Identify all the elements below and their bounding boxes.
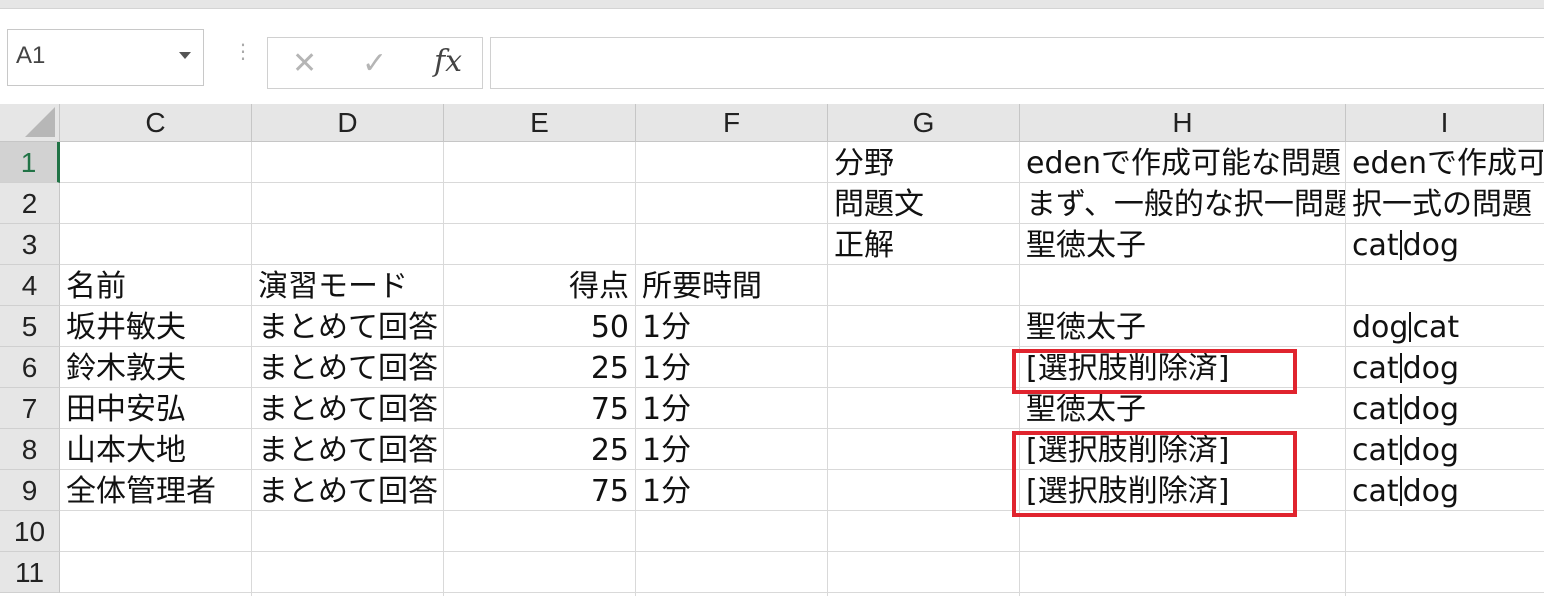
cell-e8[interactable]: 25 (444, 429, 635, 470)
drag-handle-icon[interactable]: ⋮ (233, 41, 253, 61)
column-header-f[interactable]: F (636, 104, 828, 142)
gridline-horizontal (60, 592, 1544, 593)
cell-i1[interactable]: edenで作成可能な (1346, 142, 1543, 183)
cell-text-part: dog (1402, 433, 1460, 468)
row-header-6[interactable]: 6 (0, 347, 60, 388)
row-header-9[interactable]: 9 (0, 470, 60, 511)
column-header-c[interactable]: C (60, 104, 252, 142)
cell-text-part: cat (1352, 228, 1399, 263)
cell-i7[interactable]: cat dog (1346, 388, 1543, 429)
cell-c8[interactable]: 山本大地 (60, 429, 251, 470)
formula-input[interactable] (490, 37, 1544, 89)
row-header-10[interactable]: 10 (0, 511, 60, 552)
cell-f9[interactable]: 1分 (636, 470, 827, 511)
insert-function-icon[interactable]: fx (434, 44, 462, 79)
cell-g2[interactable]: 問題文 (828, 183, 1019, 224)
cell-text-part: dog (1352, 310, 1409, 345)
cell-c9[interactable]: 全体管理者 (60, 470, 251, 511)
cell-c6[interactable]: 鈴木敦夫 (60, 347, 251, 388)
cell-e9[interactable]: 75 (444, 470, 635, 511)
cell-h3[interactable]: 聖徳太子 (1020, 224, 1345, 265)
cell-text-part: dog (1402, 351, 1460, 386)
cell-text-part: cat (1352, 351, 1399, 386)
cell-d8[interactable]: まとめて回答 (252, 429, 443, 470)
cell-text-part: cat (1352, 433, 1399, 468)
cell-e7[interactable]: 75 (444, 388, 635, 429)
cell-text-part: cat (1352, 474, 1399, 509)
name-box[interactable]: A1 (7, 29, 204, 86)
cell-i9[interactable]: cat dog (1346, 470, 1543, 511)
cell-d5[interactable]: まとめて回答 (252, 306, 443, 347)
row-header-7[interactable]: 7 (0, 388, 60, 429)
cell-i5[interactable]: dog cat (1346, 306, 1543, 347)
cell-g1[interactable]: 分野 (828, 142, 1019, 183)
chevron-down-icon[interactable] (179, 52, 191, 59)
cell-i8[interactable]: cat dog (1346, 429, 1543, 470)
cell-f6[interactable]: 1分 (636, 347, 827, 388)
column-header-e[interactable]: E (444, 104, 636, 142)
spreadsheet-grid[interactable]: C D E F G H I 1 2 3 4 5 6 7 8 9 10 11 分野 edenで作成可能な問題 edenで作… (0, 104, 1544, 596)
cell-i6[interactable]: cat dog (1346, 347, 1543, 388)
cell-f5[interactable]: 1分 (636, 306, 827, 347)
cell-text-part: dog (1402, 474, 1460, 509)
cell-h1[interactable]: edenで作成可能な問題 (1020, 142, 1345, 183)
enter-icon[interactable]: ✓ (362, 46, 387, 81)
row-header-1[interactable]: 1 (0, 142, 60, 183)
separator-mark (1399, 394, 1402, 424)
row-header-3[interactable]: 3 (0, 224, 60, 265)
cell-c7[interactable]: 田中安弘 (60, 388, 251, 429)
cell-g3[interactable]: 正解 (828, 224, 1019, 265)
formula-buttons: ✕ ✓ fx (267, 37, 483, 89)
cell-i2[interactable]: 択一式の問題 (1346, 183, 1543, 224)
cell-d4[interactable]: 演習モード (252, 265, 443, 306)
formula-bar-area: A1 ⋮ ✕ ✓ fx (0, 9, 1544, 95)
row-header-8[interactable]: 8 (0, 429, 60, 470)
column-header-i[interactable]: I (1346, 104, 1544, 142)
cell-h5[interactable]: 聖徳太子 (1020, 306, 1345, 347)
highlight-box (1012, 431, 1297, 517)
row-header-4[interactable]: 4 (0, 265, 60, 306)
ribbon-edge (0, 0, 1544, 9)
column-header-h[interactable]: H (1020, 104, 1346, 142)
cell-h2[interactable]: まず、一般的な択一問題 (1020, 183, 1345, 224)
cell-f4[interactable]: 所要時間 (636, 265, 827, 306)
cell-text-part: cat (1412, 310, 1460, 345)
row-header-5[interactable]: 5 (0, 306, 60, 347)
cell-text-part: dog (1402, 392, 1460, 427)
cell-e5[interactable]: 50 (444, 306, 635, 347)
gridline-horizontal (60, 551, 1544, 552)
column-header-d[interactable]: D (252, 104, 444, 142)
cell-d6[interactable]: まとめて回答 (252, 347, 443, 388)
cell-f7[interactable]: 1分 (636, 388, 827, 429)
row-header-2[interactable]: 2 (0, 183, 60, 224)
cell-text-part: dog (1402, 228, 1460, 263)
cell-c5[interactable]: 坂井敏夫 (60, 306, 251, 347)
row-header-11[interactable]: 11 (0, 552, 60, 593)
cell-text-part: cat (1352, 392, 1399, 427)
separator-mark (1399, 353, 1402, 383)
highlight-box (1012, 349, 1297, 394)
cell-d9[interactable]: まとめて回答 (252, 470, 443, 511)
cell-f8[interactable]: 1分 (636, 429, 827, 470)
cell-e4[interactable]: 得点 (444, 265, 635, 306)
separator-mark (1399, 230, 1402, 260)
select-all-corner[interactable] (0, 104, 60, 142)
column-header-g[interactable]: G (828, 104, 1020, 142)
separator-mark (1399, 435, 1402, 465)
name-box-value: A1 (16, 42, 46, 69)
cell-i3[interactable]: cat dog (1346, 224, 1543, 265)
select-all-icon (25, 107, 55, 137)
separator-mark (1399, 476, 1402, 506)
cancel-icon[interactable]: ✕ (292, 46, 317, 81)
cell-h7[interactable]: 聖徳太子 (1020, 388, 1345, 429)
cell-c4[interactable]: 名前 (60, 265, 251, 306)
cell-d7[interactable]: まとめて回答 (252, 388, 443, 429)
cell-e6[interactable]: 25 (444, 347, 635, 388)
